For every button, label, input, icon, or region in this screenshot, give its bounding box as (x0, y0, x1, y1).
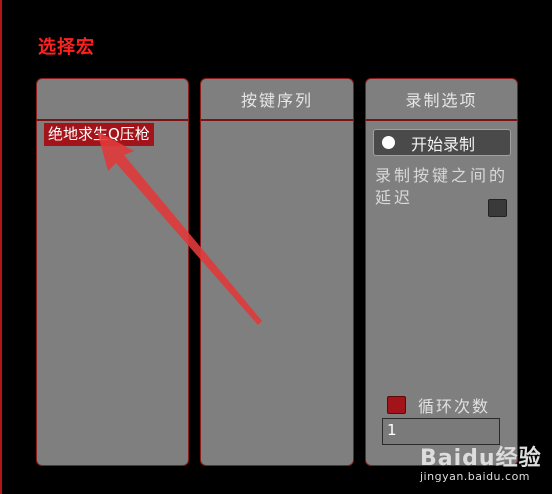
macro-list-panel: 绝地求生Q压枪 (36, 78, 189, 466)
key-sequence-header: 按键序列 (201, 79, 353, 121)
record-options-panel: 录制选项 开始录制 录制按键之间的延迟 循环次数 1 (365, 78, 518, 466)
macro-item-selected[interactable]: 绝地求生Q压枪 (44, 123, 154, 146)
record-delay-checkbox[interactable] (488, 199, 507, 217)
record-options-header: 录制选项 (366, 79, 517, 121)
loop-count-label: 循环次数 (418, 397, 491, 416)
start-recording-label: 开始录制 (411, 134, 476, 154)
record-options-header-label: 录制选项 (405, 91, 478, 110)
key-sequence-panel: 按键序列 (200, 78, 354, 466)
watermark: Baidu经验 jingyan.baidu.com (420, 440, 542, 483)
watermark-url: jingyan.baidu.com (420, 470, 531, 483)
loop-count-checkbox[interactable] (387, 396, 406, 414)
key-sequence-header-label: 按键序列 (240, 91, 313, 110)
watermark-logo: Baidu经验 (420, 446, 542, 471)
window-edge (0, 0, 2, 494)
start-recording-button[interactable]: 开始录制 (373, 129, 511, 156)
page-title: 选择宏 (38, 37, 95, 58)
macro-list-header (37, 79, 188, 121)
record-dot-icon (382, 136, 395, 149)
